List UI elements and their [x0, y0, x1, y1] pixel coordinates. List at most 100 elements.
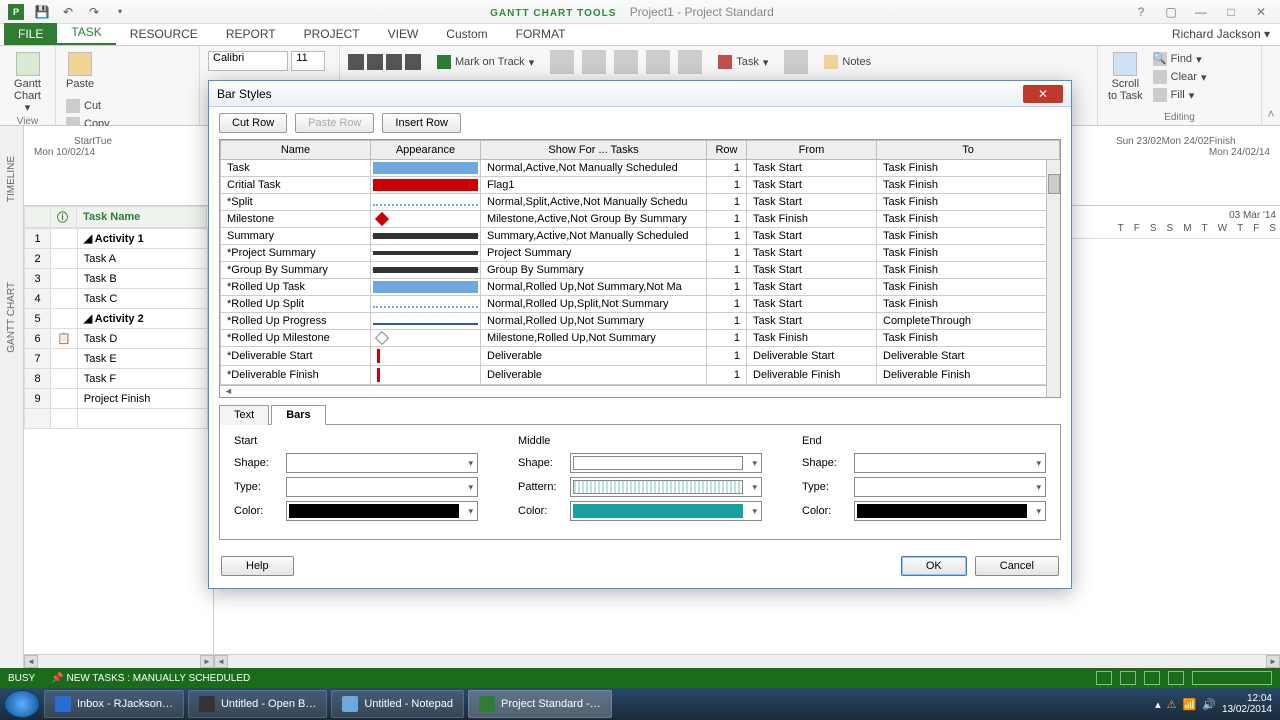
insert-row-button[interactable]: Insert Row [382, 113, 461, 133]
grid-row[interactable]: *Rolled Up TaskNormal,Rolled Up,Not Summ… [221, 279, 1060, 296]
taskbar-item-project[interactable]: Project Standard -… [468, 690, 612, 718]
grid-row[interactable]: MilestoneMilestone,Active,Not Group By S… [221, 211, 1060, 228]
view-mode-1-icon[interactable] [1096, 671, 1112, 685]
grid-hscroll-left[interactable]: ◄ [220, 386, 237, 397]
help-button[interactable]: Help [221, 556, 294, 576]
view-mode-2-icon[interactable] [1120, 671, 1136, 685]
font-name-input[interactable]: Calibri [208, 51, 288, 71]
notes-button[interactable]: Notes [822, 54, 873, 70]
grid-row[interactable]: SummarySummary,Active,Not Manually Sched… [221, 228, 1060, 245]
tray-icon[interactable]: 🔊 [1202, 698, 1216, 711]
gantt-chart-button[interactable]: GanttChart ▾ [8, 50, 47, 116]
fill-button[interactable]: Fill ▾ [1151, 87, 1209, 103]
grid-row[interactable]: *Rolled Up SplitNormal,Rolled Up,Split,N… [221, 296, 1060, 313]
start-button[interactable] [4, 690, 40, 718]
qat-dropdown-icon[interactable]: ▾ [112, 4, 128, 20]
tab-project[interactable]: PROJECT [290, 23, 374, 45]
subtab-bars[interactable]: Bars [271, 405, 325, 425]
auto-sched-icon[interactable] [582, 50, 606, 74]
zoom-slider[interactable] [1192, 671, 1272, 685]
mark-on-track-button[interactable]: Mark on Track ▾ [435, 54, 536, 70]
grid-row[interactable]: *Project SummaryProject Summary1Task Sta… [221, 245, 1060, 262]
task-table[interactable]: ⓘTask Name 1 ◢ Activity 12 Task A3 Task … [24, 206, 214, 654]
maximize-icon[interactable]: □ [1218, 4, 1244, 20]
table-row[interactable]: 4 Task C [25, 289, 208, 309]
start-type-combo[interactable] [286, 477, 478, 497]
tray-icon[interactable]: ⚠ [1167, 698, 1177, 711]
grid-row[interactable]: *Rolled Up MilestoneMilestone,Rolled Up,… [221, 330, 1060, 347]
start-shape-combo[interactable] [286, 453, 478, 473]
tab-report[interactable]: REPORT [212, 23, 290, 45]
grid-row[interactable]: *SplitNormal,Split,Active,Not Manually S… [221, 194, 1060, 211]
table-hscroll[interactable]: ◄► [24, 654, 214, 668]
taskbar-item-outlook[interactable]: Inbox - RJackson… [44, 690, 184, 718]
paste-row-button[interactable]: Paste Row [295, 113, 374, 133]
tray-icon[interactable]: 📶 [1183, 698, 1197, 711]
grid-row[interactable]: *Group By SummaryGroup By Summary1Task S… [221, 262, 1060, 279]
tab-task[interactable]: TASK [57, 21, 115, 45]
end-shape-combo[interactable] [854, 453, 1046, 473]
tab-view[interactable]: VIEW [374, 23, 433, 45]
grid-row[interactable]: *Deliverable FinishDeliverable1Deliverab… [221, 366, 1060, 385]
save-icon[interactable]: 💾 [34, 4, 50, 20]
schedule-icon[interactable] [386, 54, 402, 70]
middle-color-combo[interactable] [570, 501, 762, 521]
task-dropdown-button[interactable]: Task ▾ [716, 54, 770, 70]
grid-row[interactable]: TaskNormal,Active,Not Manually Scheduled… [221, 160, 1060, 177]
cancel-button[interactable]: Cancel [975, 556, 1059, 576]
table-row[interactable]: 1 ◢ Activity 1 [25, 229, 208, 249]
paste-button[interactable]: Paste [64, 50, 96, 92]
table-row[interactable]: 5 ◢ Activity 2 [25, 309, 208, 329]
tab-format[interactable]: FORMAT [502, 23, 580, 45]
user-name[interactable]: Richard Jackson ▾ [1162, 23, 1280, 45]
mode-icon[interactable] [678, 50, 702, 74]
end-color-combo[interactable] [854, 501, 1046, 521]
table-row[interactable]: 3 Task B [25, 269, 208, 289]
move-icon[interactable] [646, 50, 670, 74]
font-size-input[interactable]: 11 [291, 51, 325, 71]
dialog-close-icon[interactable]: ✕ [1023, 85, 1063, 103]
ok-button[interactable]: OK [901, 556, 967, 576]
start-color-combo[interactable] [286, 501, 478, 521]
table-row[interactable]: 9 Project Finish [25, 389, 208, 409]
system-clock[interactable]: 12:04 13/02/2014 [1222, 693, 1272, 715]
table-row[interactable]: 7 Task E [25, 349, 208, 369]
help-icon[interactable]: ? [1128, 4, 1154, 20]
table-row[interactable]: 6 📋 Task D [25, 329, 208, 349]
redo-icon[interactable]: ↷ [86, 4, 102, 20]
middle-shape-combo[interactable] [570, 453, 762, 473]
tab-resource[interactable]: RESOURCE [116, 23, 212, 45]
subtab-text[interactable]: Text [219, 405, 269, 425]
close-icon[interactable]: ✕ [1248, 4, 1274, 20]
grid-vscroll[interactable] [1046, 160, 1060, 397]
inspect-icon[interactable] [614, 50, 638, 74]
scroll-to-task-button[interactable]: Scrollto Task [1106, 50, 1145, 104]
undo-icon[interactable]: ↶ [60, 4, 76, 20]
ribbon-toggle-icon[interactable]: ▢ [1158, 4, 1184, 20]
minimize-icon[interactable]: — [1188, 4, 1214, 20]
end-type-combo[interactable] [854, 477, 1046, 497]
cut-button[interactable]: Cut [64, 98, 159, 114]
clear-button[interactable]: Clear ▾ [1151, 69, 1209, 85]
status-newtasks[interactable]: 📌 NEW TASKS : MANUALLY SCHEDULED [51, 673, 250, 684]
middle-pattern-combo[interactable] [570, 477, 762, 497]
find-button[interactable]: 🔍Find ▾ [1151, 51, 1209, 67]
view-mode-3-icon[interactable] [1144, 671, 1160, 685]
info-icon[interactable] [784, 50, 808, 74]
taskbar-item-app2[interactable]: Untitled - Open B… [188, 690, 327, 718]
manual-sched-icon[interactable] [550, 50, 574, 74]
table-row[interactable]: 8 Task F [25, 369, 208, 389]
grid-row[interactable]: *Deliverable StartDeliverable1Deliverabl… [221, 347, 1060, 366]
indent-right-icon[interactable] [367, 54, 383, 70]
grid-row[interactable]: *Rolled Up ProgressNormal,Rolled Up,Not … [221, 313, 1060, 330]
tray-icon[interactable]: ▴ [1155, 698, 1161, 711]
cut-row-button[interactable]: Cut Row [219, 113, 287, 133]
view-mode-4-icon[interactable] [1168, 671, 1184, 685]
taskbar-item-notepad[interactable]: Untitled - Notepad [331, 690, 464, 718]
grid-row[interactable]: Critial TaskFlag11Task StartTask Finish [221, 177, 1060, 194]
ribbon-collapse-icon[interactable]: ˄ [1262, 46, 1280, 125]
file-tab[interactable]: FILE [4, 23, 57, 45]
schedule-icon-2[interactable] [405, 54, 421, 70]
gantt-hscroll[interactable]: ◄► [214, 654, 1280, 668]
bar-styles-grid[interactable]: Name Appearance Show For ... Tasks Row F… [219, 139, 1061, 398]
